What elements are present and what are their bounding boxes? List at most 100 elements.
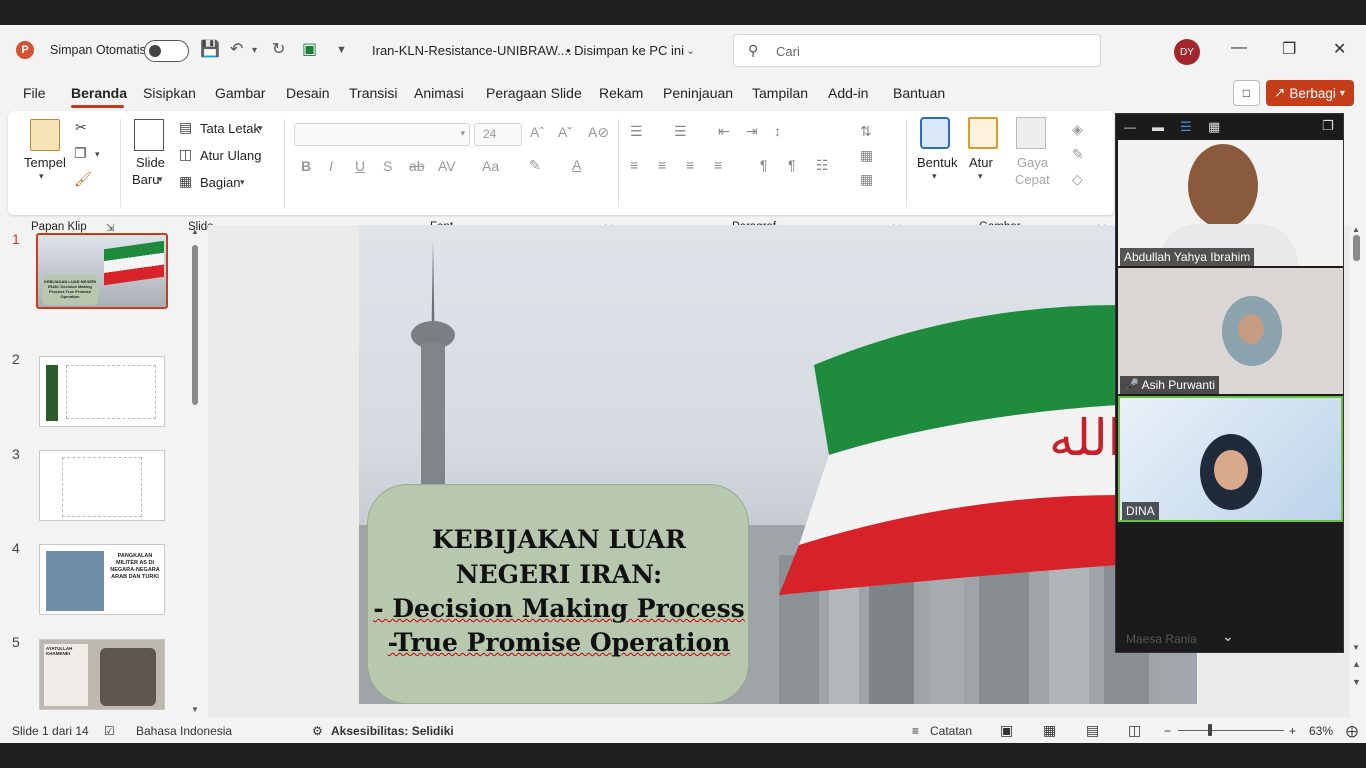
copy-chevron-icon[interactable]: ▾ <box>95 149 100 160</box>
start-presentation-icon[interactable]: ▣ <box>302 39 317 59</box>
user-avatar[interactable]: DY <box>1174 39 1200 65</box>
zoom-in-icon[interactable]: + <box>1289 724 1296 738</box>
scroll-down-icon[interactable]: ▼ <box>1352 643 1360 652</box>
increase-indent-icon[interactable]: ⇥ <box>746 123 758 140</box>
reset-button[interactable]: Atur Ulang <box>200 148 261 163</box>
current-slide[interactable]: الله KEBIJAKAN LUAR NEGERI IRAN: - Decis… <box>359 225 1197 704</box>
shadow-icon[interactable]: S <box>383 158 392 174</box>
gallery-view-icon[interactable]: ▦ <box>1208 119 1220 135</box>
font-family-select[interactable]: ▾ <box>294 123 470 146</box>
participant-tile[interactable]: Abdullah Yahya Ibrahim <box>1118 140 1343 266</box>
decrease-indent-icon[interactable]: ⇤ <box>718 123 730 140</box>
tab-help[interactable]: Bantuan <box>893 85 945 101</box>
undo-dropdown-icon[interactable]: ▾ <box>252 45 257 56</box>
align-center-icon[interactable]: ≡ <box>658 157 666 173</box>
new-slide-label-1[interactable]: Slide <box>136 155 165 170</box>
font-color-icon[interactable]: A <box>572 157 581 173</box>
popout-icon[interactable]: ❐ <box>1322 118 1334 134</box>
save-icon[interactable]: 💾 <box>200 39 220 59</box>
document-title[interactable]: Iran-KLN-Resistance-UNIBRAW.... <box>372 43 572 58</box>
slide-thumbnail-5[interactable]: AYATULLAH KHAMENEI <box>39 639 165 710</box>
spacing-icon[interactable]: AV <box>438 158 456 174</box>
restore-icon[interactable]: ❐ <box>1282 39 1296 59</box>
scroll-thumb[interactable] <box>1353 235 1360 261</box>
shapes-icon[interactable] <box>920 117 950 149</box>
comments-button[interactable]: □ <box>1233 80 1260 106</box>
normal-view-icon[interactable]: ▣ <box>1000 722 1013 739</box>
title-textbox[interactable]: KEBIJAKAN LUAR NEGERI IRAN: - Decision M… <box>367 484 749 704</box>
shapes-label[interactable]: Bentuk <box>917 155 957 170</box>
tab-addins[interactable]: Add-in <box>828 85 868 101</box>
numbering-icon[interactable]: ☰ <box>674 123 687 140</box>
tab-file[interactable]: File <box>23 85 46 101</box>
notes-icon[interactable]: ≡ <box>912 724 919 738</box>
quick-styles-label-2[interactable]: Cepat <box>1015 172 1050 187</box>
tab-insert[interactable]: Sisipkan <box>143 85 196 101</box>
smartart-icon[interactable]: ▦ <box>860 171 873 188</box>
cut-icon[interactable]: ✂ <box>75 119 87 136</box>
change-case-icon[interactable]: Aa <box>482 158 499 174</box>
arrange-icon[interactable] <box>968 117 998 149</box>
copy-icon[interactable]: ❐ <box>74 145 87 162</box>
paste-label[interactable]: Tempel <box>24 155 66 170</box>
tab-slideshow[interactable]: Peragaan Slide <box>486 85 582 101</box>
close-icon[interactable]: ✕ <box>1333 39 1346 59</box>
scroll-thumb[interactable] <box>192 245 198 405</box>
align-left-icon[interactable]: ≡ <box>630 157 638 173</box>
increase-font-icon[interactable]: Aˆ <box>530 124 544 140</box>
strip-view-icon[interactable]: ☰ <box>1180 119 1192 135</box>
paste-icon[interactable] <box>30 119 60 151</box>
reset-icon[interactable]: ◫ <box>179 146 192 163</box>
bold-icon[interactable]: B <box>301 158 311 174</box>
align-text-icon[interactable]: ▦ <box>860 147 873 164</box>
section-chevron-icon[interactable]: ▾ <box>240 177 245 188</box>
slide-thumbnail-4[interactable]: PANGKALAN MILITER AS DI NEGARA-NEGARA AR… <box>39 544 165 615</box>
slide-thumbnail-3[interactable] <box>39 450 165 521</box>
arrange-chevron-icon[interactable]: ▾ <box>978 171 983 182</box>
strikethrough-icon[interactable]: ab <box>409 158 425 174</box>
scroll-up-icon[interactable]: ▲ <box>191 227 199 236</box>
clear-format-icon[interactable]: A⊘ <box>588 124 609 141</box>
participant-tile[interactable]: 🎤 Asih Purwanti <box>1118 268 1343 394</box>
tab-draw[interactable]: Gambar <box>215 85 266 101</box>
zoom-slider-track[interactable] <box>1178 730 1284 731</box>
rtl-icon[interactable]: ¶ <box>788 157 796 173</box>
tab-review[interactable]: Peninjauan <box>663 85 733 101</box>
shape-outline-icon[interactable]: ✎ <box>1072 146 1084 163</box>
customize-toolbar-icon[interactable]: ▼ <box>336 44 347 56</box>
title-chevron-down-icon[interactable]: ⌄ <box>686 44 695 57</box>
slideshow-view-icon[interactable]: ◫ <box>1128 722 1141 739</box>
quick-styles-icon[interactable] <box>1016 117 1046 149</box>
editor-scrollbar[interactable]: ▲ ▼ ▲ ▼ <box>1350 225 1364 717</box>
layout-button[interactable]: Tata Letak <box>200 121 260 136</box>
underline-icon[interactable]: U <box>355 158 365 174</box>
new-slide-icon[interactable] <box>134 119 164 151</box>
participant-tile-active[interactable]: DINA <box>1118 396 1343 522</box>
autosave-toggle[interactable] <box>144 40 189 62</box>
columns-icon[interactable]: ☷ <box>816 157 829 174</box>
slide-thumbnail-2[interactable] <box>39 356 165 427</box>
format-painter-icon[interactable]: 🖌 <box>74 171 92 188</box>
decrease-font-icon[interactable]: Aˇ <box>558 124 572 140</box>
zoom-level[interactable]: 63% <box>1309 724 1333 738</box>
highlight-icon[interactable]: ✎ <box>529 157 541 174</box>
tab-view[interactable]: Tampilan <box>752 85 808 101</box>
tab-transitions[interactable]: Transisi <box>349 85 398 101</box>
fit-slide-icon[interactable]: ⨁ <box>1346 724 1358 738</box>
shapes-chevron-icon[interactable]: ▾ <box>932 171 937 182</box>
expand-chevron-icon[interactable]: ⌄ <box>1222 628 1234 645</box>
tab-record[interactable]: Rekam <box>599 85 643 101</box>
ltr-icon[interactable]: ¶ <box>760 157 768 173</box>
minimize-panel-icon[interactable]: — <box>1124 120 1136 134</box>
accessibility-label[interactable]: Aksesibilitas: Selidiki <box>331 724 454 738</box>
quick-styles-label-1[interactable]: Gaya <box>1017 155 1048 170</box>
undo-icon[interactable]: ↶ <box>230 39 243 59</box>
text-direction-icon[interactable]: ⇅ <box>860 123 872 140</box>
zoom-slider-handle[interactable] <box>1208 724 1212 736</box>
spellcheck-icon[interactable]: ☑ <box>104 724 115 738</box>
align-right-icon[interactable]: ≡ <box>686 157 694 173</box>
shape-effects-icon[interactable]: ◇ <box>1072 171 1083 188</box>
new-slide-chevron-icon[interactable]: ▾ <box>158 174 163 185</box>
slide-sorter-icon[interactable]: ▦ <box>1043 722 1056 739</box>
section-button[interactable]: Bagian <box>200 175 240 190</box>
